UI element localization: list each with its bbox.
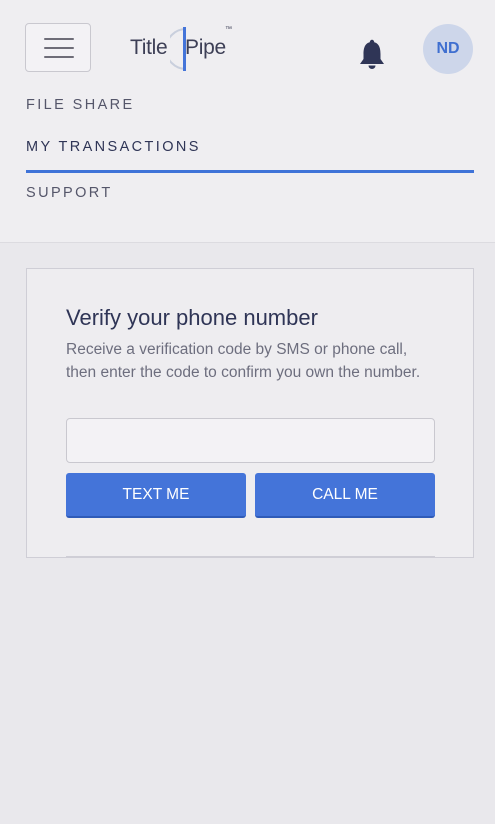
notifications-button[interactable] [357,38,387,70]
verify-title: Verify your phone number [66,305,318,330]
nav-item-my-transactions[interactable]: MY TRANSACTIONS [26,139,201,155]
logo-text-left: Title [130,36,168,59]
verify-description: Receive a verification code by SMS or ph… [66,341,421,381]
menu-button[interactable] [25,23,91,72]
phone-number-input[interactable] [66,418,435,463]
active-nav-indicator [26,170,474,173]
top-header: Title Pipe ™ ND FILE SHARE MY TRANSACTIO… [0,0,495,243]
call-me-button[interactable]: CALL ME [255,473,435,518]
nav-item-file-share[interactable]: FILE SHARE [26,97,135,113]
text-me-button[interactable]: TEXT ME [66,473,246,518]
logo-trademark: ™ [225,26,232,33]
bell-icon [360,39,384,69]
avatar[interactable]: ND [423,24,473,74]
nav-item-support[interactable]: SUPPORT [26,185,113,201]
card-divider [66,556,435,557]
logo-text-right: Pipe [185,36,226,59]
titlepipe-logo[interactable]: Title Pipe ™ [130,26,240,72]
verify-phone-card: Verify your phone number Receive a verif… [26,268,474,558]
